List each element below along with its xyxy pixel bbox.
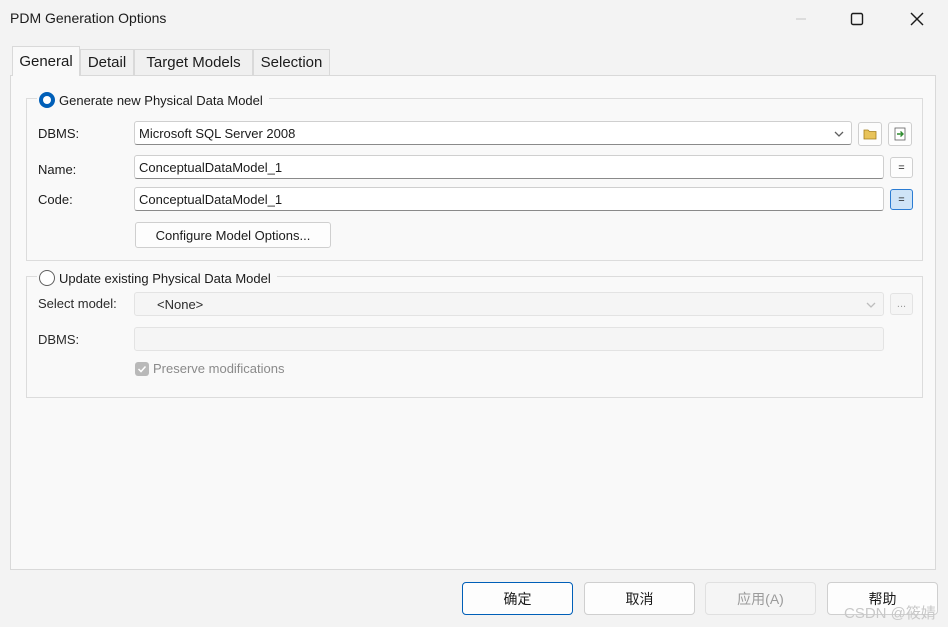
generate-new-radio[interactable]: Generate new Physical Data Model <box>37 90 269 110</box>
browse-dbms-button[interactable] <box>858 122 882 146</box>
chevron-down-icon <box>866 302 876 308</box>
update-dbms-field <box>134 327 884 351</box>
preserve-modifications-label: Preserve modifications <box>153 361 285 376</box>
dbms-properties-button[interactable] <box>888 122 912 146</box>
check-icon <box>137 365 147 373</box>
select-model-browse-button[interactable]: ... <box>890 293 913 315</box>
update-existing-label: Update existing Physical Data Model <box>59 270 271 286</box>
select-model-value: <None> <box>157 297 204 312</box>
update-existing-radio[interactable]: Update existing Physical Data Model <box>37 268 277 288</box>
minimize-button[interactable] <box>778 0 824 38</box>
ok-button[interactable]: 确定 <box>462 582 573 615</box>
maximize-icon <box>850 12 864 26</box>
dbms-label: DBMS: <box>38 126 80 141</box>
properties-icon <box>894 127 906 141</box>
close-button[interactable] <box>894 0 940 38</box>
tab-panel-general: Generate new Physical Data Model DBMS: M… <box>10 75 936 570</box>
title-bar: PDM Generation Options <box>0 0 948 38</box>
cancel-button[interactable]: 取消 <box>584 582 695 615</box>
window-title: PDM Generation Options <box>10 10 167 26</box>
code-label: Code: <box>38 192 73 207</box>
checkbox-checked-icon <box>135 361 149 376</box>
name-label: Name: <box>38 162 77 177</box>
minimize-icon <box>796 18 806 20</box>
preserve-modifications-checkbox[interactable]: Preserve modifications <box>135 361 285 376</box>
tab-target-models[interactable]: Target Models <box>134 49 253 75</box>
select-model-label: Select model: <box>38 296 117 311</box>
tab-general[interactable]: General <box>12 46 80 76</box>
radio-selected-icon <box>39 92 55 108</box>
configure-model-options-button[interactable]: Configure Model Options... <box>135 222 331 248</box>
chevron-down-icon <box>834 131 844 137</box>
generate-new-label: Generate new Physical Data Model <box>59 92 263 108</box>
tab-selection[interactable]: Selection <box>253 49 330 75</box>
code-equals-button[interactable]: = <box>890 189 913 210</box>
maximize-button[interactable] <box>834 0 880 38</box>
code-input[interactable]: ConceptualDataModel_1 <box>134 187 884 211</box>
watermark: CSDN @筱婧 <box>844 605 936 622</box>
radio-unselected-icon <box>39 270 55 286</box>
dbms-select[interactable]: Microsoft SQL Server 2008 <box>134 121 852 145</box>
apply-button[interactable]: 应用(A) <box>705 582 816 615</box>
select-model-select[interactable]: <None> <box>134 292 884 316</box>
update-dbms-label: DBMS: <box>38 332 80 347</box>
folder-icon <box>863 129 877 140</box>
tab-detail[interactable]: Detail <box>80 49 134 75</box>
dbms-value: Microsoft SQL Server 2008 <box>139 125 296 141</box>
name-equals-button[interactable]: = <box>890 157 913 178</box>
close-icon <box>910 12 924 26</box>
name-input[interactable]: ConceptualDataModel_1 <box>134 155 884 179</box>
